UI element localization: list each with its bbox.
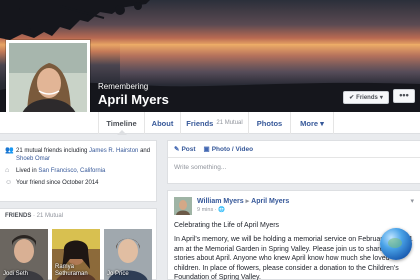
lived-in-text: Lived in	[16, 168, 39, 174]
profile-tab-bar: Timeline About Friends 21 Mutual Photos …	[0, 112, 420, 135]
friend-name-line2: Sethuraman	[55, 271, 88, 277]
post-composer: ✎ Post ▣ Photo / Video Write something...	[167, 140, 420, 184]
checkmark-icon: ✔	[349, 95, 355, 101]
mutual-friends-text: 21 mutual friends including	[16, 148, 90, 154]
composer-post-tab[interactable]: ✎ Post	[174, 145, 196, 153]
post-target-link[interactable]: April Myers	[251, 198, 289, 205]
home-icon: ⌂	[5, 167, 10, 174]
tab-label: Timeline	[106, 118, 137, 128]
friend-since-row: ☺ Your friend since October 2014	[5, 179, 151, 187]
people-icon: 👥	[5, 147, 14, 154]
composer-input[interactable]: Write something...	[168, 158, 420, 177]
mutual-friends-row: 👥 21 mutual friends including James R. H…	[5, 147, 151, 163]
friends-box-subtitle: · 21 Mutual	[33, 213, 64, 219]
friend-tile[interactable]: Ramya Sethuraman	[52, 229, 100, 280]
mutual-friend-link[interactable]: James R. Hairston	[89, 148, 138, 154]
globe-privacy-icon: 🌐	[218, 207, 225, 213]
chevron-down-icon: ▾	[320, 118, 324, 128]
lived-in-row: ⌂ Lived in San Francisco, California	[5, 167, 151, 175]
tab-label: Photos	[256, 118, 283, 128]
tab-label: More	[300, 118, 319, 128]
tab-about[interactable]: About	[144, 112, 180, 134]
tab-friends[interactable]: Friends 21 Mutual	[180, 112, 248, 134]
mutual-and-text: and	[138, 148, 151, 154]
friend-name: Jo Price	[107, 271, 129, 277]
tab-more[interactable]: More ▾	[290, 112, 334, 134]
profile-name[interactable]: April Myers	[98, 92, 169, 107]
camera-icon: ▣	[203, 146, 210, 153]
composer-photo-label: Photo / Video	[211, 146, 254, 153]
intro-box: 👥 21 mutual friends including James R. H…	[0, 140, 157, 202]
chevron-down-icon: ▾	[379, 95, 383, 101]
friend-tile[interactable]: Jo Price	[104, 229, 152, 280]
friend-tile[interactable]: Jodi Seth	[0, 229, 48, 280]
friend-icon: ☺	[5, 179, 13, 186]
remembering-label: Remembering	[98, 82, 149, 91]
post-body: In April's memory, we will be holding a …	[174, 236, 413, 280]
friends-button-label: Friends	[356, 94, 378, 101]
chevron-down-icon[interactable]: ▾	[410, 197, 414, 205]
arrow-right-icon: ▸	[245, 198, 250, 205]
post-title: Celebrating the Life of April Myers	[174, 222, 280, 229]
friend-name: Ramya	[55, 264, 75, 270]
post-author-link[interactable]: William Myers	[197, 198, 244, 205]
post-timestamp[interactable]: 9 mins ·	[197, 207, 218, 213]
more-options-button[interactable]: •••	[393, 89, 415, 103]
tab-count: 21 Mutual	[216, 120, 243, 126]
tab-photos[interactable]: Photos	[248, 112, 290, 134]
friends-box: FRIENDS · 21 Mutual Jodi Seth Ramya Seth…	[0, 208, 157, 280]
composer-post-label: Post	[181, 146, 196, 153]
mutual-friend-link[interactable]: Shoeb Omar	[16, 156, 50, 162]
friend-name: Jodi Seth	[3, 271, 29, 277]
tab-label: Friends	[186, 118, 214, 128]
tab-timeline[interactable]: Timeline	[98, 112, 144, 135]
friends-button[interactable]: ✔ Friends ▾	[343, 91, 389, 104]
friend-since-text: Your friend since October 2014	[16, 180, 99, 186]
lived-in-link[interactable]: San Francisco, California	[38, 168, 105, 174]
composer-photo-tab[interactable]: ▣ Photo / Video	[204, 145, 254, 153]
avatar[interactable]	[174, 197, 192, 215]
pencil-icon: ✎	[174, 146, 180, 153]
globe-icon	[380, 228, 412, 260]
friends-box-title[interactable]: FRIENDS	[5, 213, 31, 219]
tab-label: About	[151, 118, 174, 128]
